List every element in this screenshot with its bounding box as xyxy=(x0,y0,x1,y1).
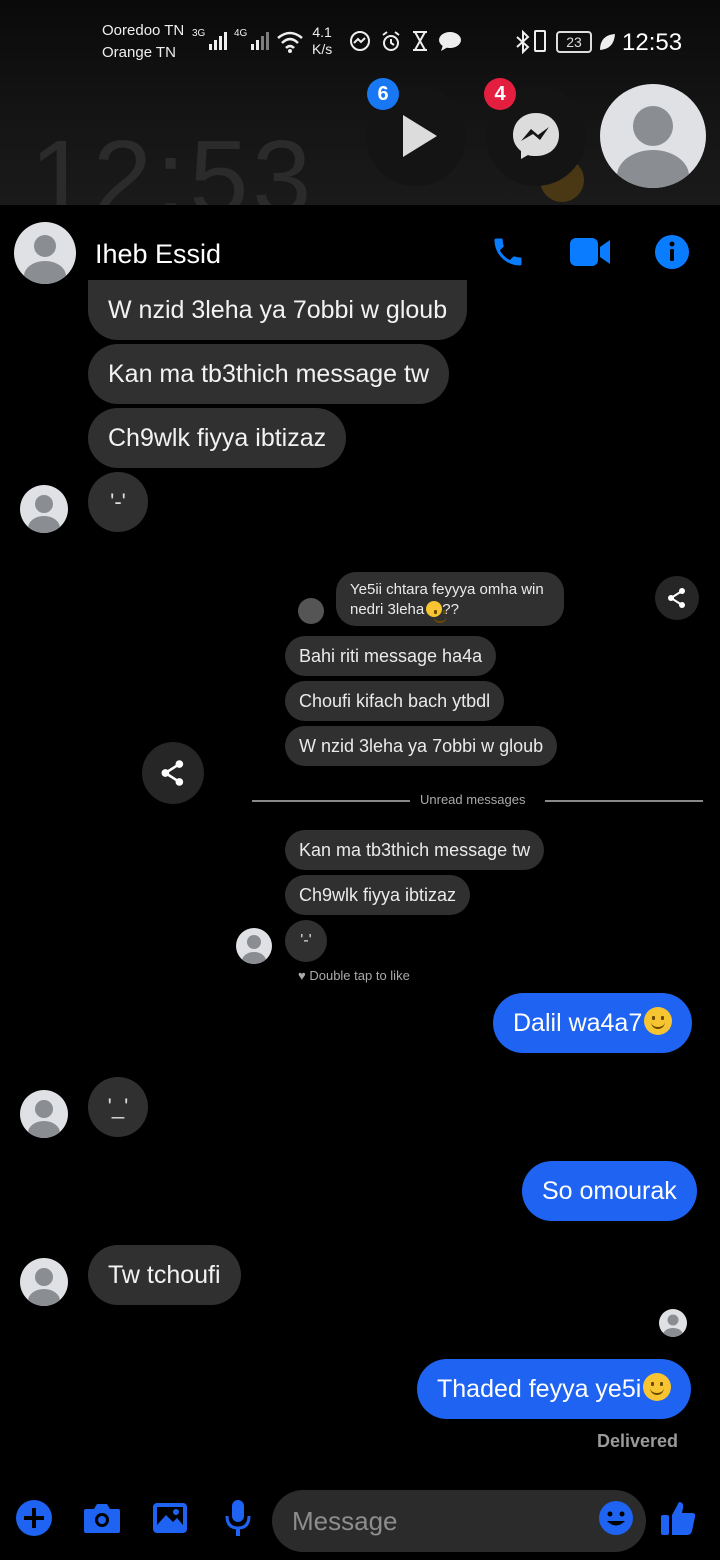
video-call-icon[interactable] xyxy=(568,235,612,269)
info-icon[interactable] xyxy=(654,234,690,270)
message-composer xyxy=(0,1480,720,1560)
more-actions-button[interactable] xyxy=(12,1496,56,1540)
image-icon xyxy=(153,1503,187,1533)
message-bubble-outgoing[interactable]: Thaded feyya ye5i xyxy=(417,1359,692,1419)
smile-emoji-icon xyxy=(426,601,448,623)
hourglass-icon xyxy=(413,31,427,51)
status-time: 12:53 xyxy=(622,29,683,56)
chat-head-avatar[interactable] xyxy=(600,84,706,188)
signal-icon-2: 4G xyxy=(234,28,270,50)
share-button[interactable] xyxy=(142,742,204,804)
chat-notif-icon xyxy=(439,32,461,51)
person-icon xyxy=(28,1100,60,1138)
message-bubble-incoming[interactable]: W nzid 3leha ya 7obbi w gloub xyxy=(88,280,468,340)
sender-avatar xyxy=(20,485,68,533)
share-icon xyxy=(668,588,685,608)
plus-icon xyxy=(16,1500,52,1536)
lockscreen-clock: 12:53 xyxy=(30,119,316,205)
person-icon xyxy=(617,106,689,188)
camera-button[interactable] xyxy=(80,1496,124,1540)
microphone-icon xyxy=(225,1500,251,1536)
mini-avatar xyxy=(298,598,324,624)
leaf-icon xyxy=(600,34,615,50)
network-speed: 4.1 K/s xyxy=(312,24,333,57)
message-bubble-incoming[interactable]: '-' xyxy=(88,472,148,532)
person-icon xyxy=(24,235,66,284)
message-bubble-outgoing[interactable]: Dalil wa4a7 xyxy=(493,993,693,1053)
message-bubble-incoming[interactable]: Tw tchoufi xyxy=(88,1245,241,1305)
share-button-embedded xyxy=(655,576,699,620)
chat-head-badge: 4 xyxy=(484,78,516,110)
double-tap-hint: ♥ Double tap to like xyxy=(298,968,410,983)
unread-divider xyxy=(252,800,410,802)
embedded-message: W nzid 3leha ya 7obbi w gloub xyxy=(285,726,558,766)
smile-emoji-icon xyxy=(643,1373,672,1401)
phone-call-icon[interactable] xyxy=(490,234,526,270)
emoji-icon xyxy=(599,1501,633,1535)
emoji-button[interactable] xyxy=(594,1496,638,1540)
sender-avatar xyxy=(20,1090,68,1138)
unread-label: Unread messages xyxy=(420,792,526,807)
gallery-button[interactable] xyxy=(148,1496,192,1540)
message-bubble-incoming[interactable]: Ch9wlk fiyya ibtizaz xyxy=(88,408,347,468)
message-bubble-incoming[interactable]: Kan ma tb3thich message tw xyxy=(88,344,449,404)
sender-avatar xyxy=(20,1258,68,1306)
camera-icon xyxy=(84,1504,120,1533)
vibrate-icon xyxy=(534,30,546,52)
reply-preview: Ye5ii chtara feyyya omha win nedri 3leha… xyxy=(336,572,564,626)
embedded-message: Ch9wlk fiyya ibtizaz xyxy=(285,875,471,915)
messenger-notif-icon xyxy=(350,31,370,51)
messenger-icon xyxy=(513,113,559,159)
contact-name[interactable]: Iheb Essid xyxy=(95,239,221,270)
voice-button[interactable] xyxy=(216,1496,260,1540)
chat-head-badge: 6 xyxy=(367,78,399,110)
bluetooth-icon xyxy=(516,30,530,54)
share-icon xyxy=(161,760,184,786)
alarm-icon xyxy=(382,31,400,51)
embedded-message: Kan ma tb3thich message tw xyxy=(285,830,545,870)
unread-divider xyxy=(545,800,703,802)
carrier-1: Ooredoo TN xyxy=(102,22,185,39)
smile-emoji-icon xyxy=(644,1007,673,1035)
message-bubble-incoming[interactable]: '_' xyxy=(88,1077,148,1137)
thumbs-up-icon xyxy=(661,1502,696,1535)
person-icon xyxy=(663,1314,683,1337)
play-icon xyxy=(403,115,437,157)
carrier-2: Orange TN xyxy=(102,44,176,61)
person-icon xyxy=(242,935,266,964)
embedded-message: '-' xyxy=(285,920,327,962)
like-button[interactable] xyxy=(656,1496,700,1540)
delivery-status: Delivered xyxy=(597,1431,679,1451)
wifi-icon xyxy=(277,31,303,53)
message-input[interactable] xyxy=(272,1490,646,1552)
embedded-message: Choufi kifach bach ytbdl xyxy=(285,681,505,721)
battery-indicator: 23 xyxy=(556,31,592,53)
mini-avatar xyxy=(236,928,272,964)
person-icon xyxy=(28,1268,60,1306)
embedded-message: Bahi riti message ha4a xyxy=(285,636,497,676)
person-icon xyxy=(28,495,60,533)
message-bubble-outgoing[interactable]: So omourak xyxy=(522,1161,697,1221)
signal-icon: 3G xyxy=(192,28,228,50)
carrier-names: Ooredoo TN Orange TN xyxy=(102,20,184,64)
contact-avatar[interactable] xyxy=(14,222,76,284)
status-bar: Ooredoo TN Orange TN 3G 4G 4.1 K/s 23 12… xyxy=(0,0,720,205)
seen-avatar xyxy=(659,1309,687,1337)
